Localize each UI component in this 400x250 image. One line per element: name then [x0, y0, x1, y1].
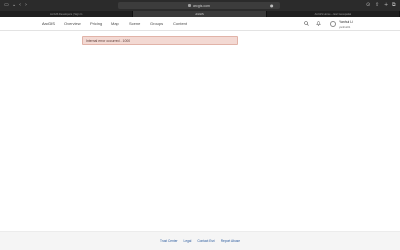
nav-overview[interactable]: Overview: [64, 22, 81, 26]
nav-content[interactable]: Content: [173, 22, 187, 26]
footer-link-trust-center[interactable]: Trust Center: [160, 239, 178, 243]
nav-scene[interactable]: Scene: [129, 22, 140, 26]
sidebar-toggle-icon[interactable]: ▭: [4, 3, 9, 8]
notification-bell-icon[interactable]: [316, 21, 321, 26]
nav-groups[interactable]: Groups: [150, 22, 163, 26]
forward-icon[interactable]: ›: [25, 3, 27, 8]
nav-pricing[interactable]: Pricing: [90, 22, 102, 26]
nav-map[interactable]: Map: [111, 22, 119, 26]
address-url: arcgis.com: [193, 3, 210, 8]
footer-link-legal[interactable]: Legal: [184, 239, 192, 243]
footer: Trust Center Legal Contact Esri Report A…: [0, 231, 400, 250]
new-tab-icon[interactable]: +: [384, 3, 388, 8]
download-icon[interactable]: ⊙: [366, 3, 370, 8]
back-icon[interactable]: ‹: [19, 3, 21, 8]
avatar[interactable]: [330, 21, 336, 27]
footer-link-contact[interactable]: Contact Esri: [197, 239, 214, 243]
share-icon[interactable]: ⇧: [375, 3, 379, 8]
browser-toolbar: ▭ ⌄ ‹ › arcgis.com ● ⊙ ⇧ + ⧉: [0, 0, 400, 11]
error-message: Internal error occurred - 1000: [86, 38, 131, 43]
extension-icon[interactable]: ●: [270, 3, 274, 8]
lock-icon: [188, 4, 192, 7]
footer-link-report-abuse[interactable]: Report Abuse: [221, 239, 240, 243]
user-name[interactable]: Yanhui Li: [339, 20, 353, 24]
tab-overview-icon[interactable]: ⧉: [392, 3, 396, 8]
search-icon[interactable]: [304, 21, 309, 26]
error-alert: Internal error occurred - 1000: [82, 36, 238, 45]
browser-tab-label: ArcGIS Developers | Sign In: [49, 12, 83, 16]
app-header: ArcGIS Overview Pricing Map Scene Groups…: [0, 17, 400, 31]
user-org: yanhui01: [339, 24, 351, 29]
address-bar[interactable]: arcgis.com: [118, 2, 280, 9]
browser-tab-label: ArcGIS Home – Esri Geospatial: [314, 12, 352, 16]
browser-tab-label: ArcGIS: [195, 12, 204, 16]
nav-home[interactable]: ArcGIS: [42, 22, 55, 26]
chevron-down-icon[interactable]: ⌄: [12, 3, 16, 8]
